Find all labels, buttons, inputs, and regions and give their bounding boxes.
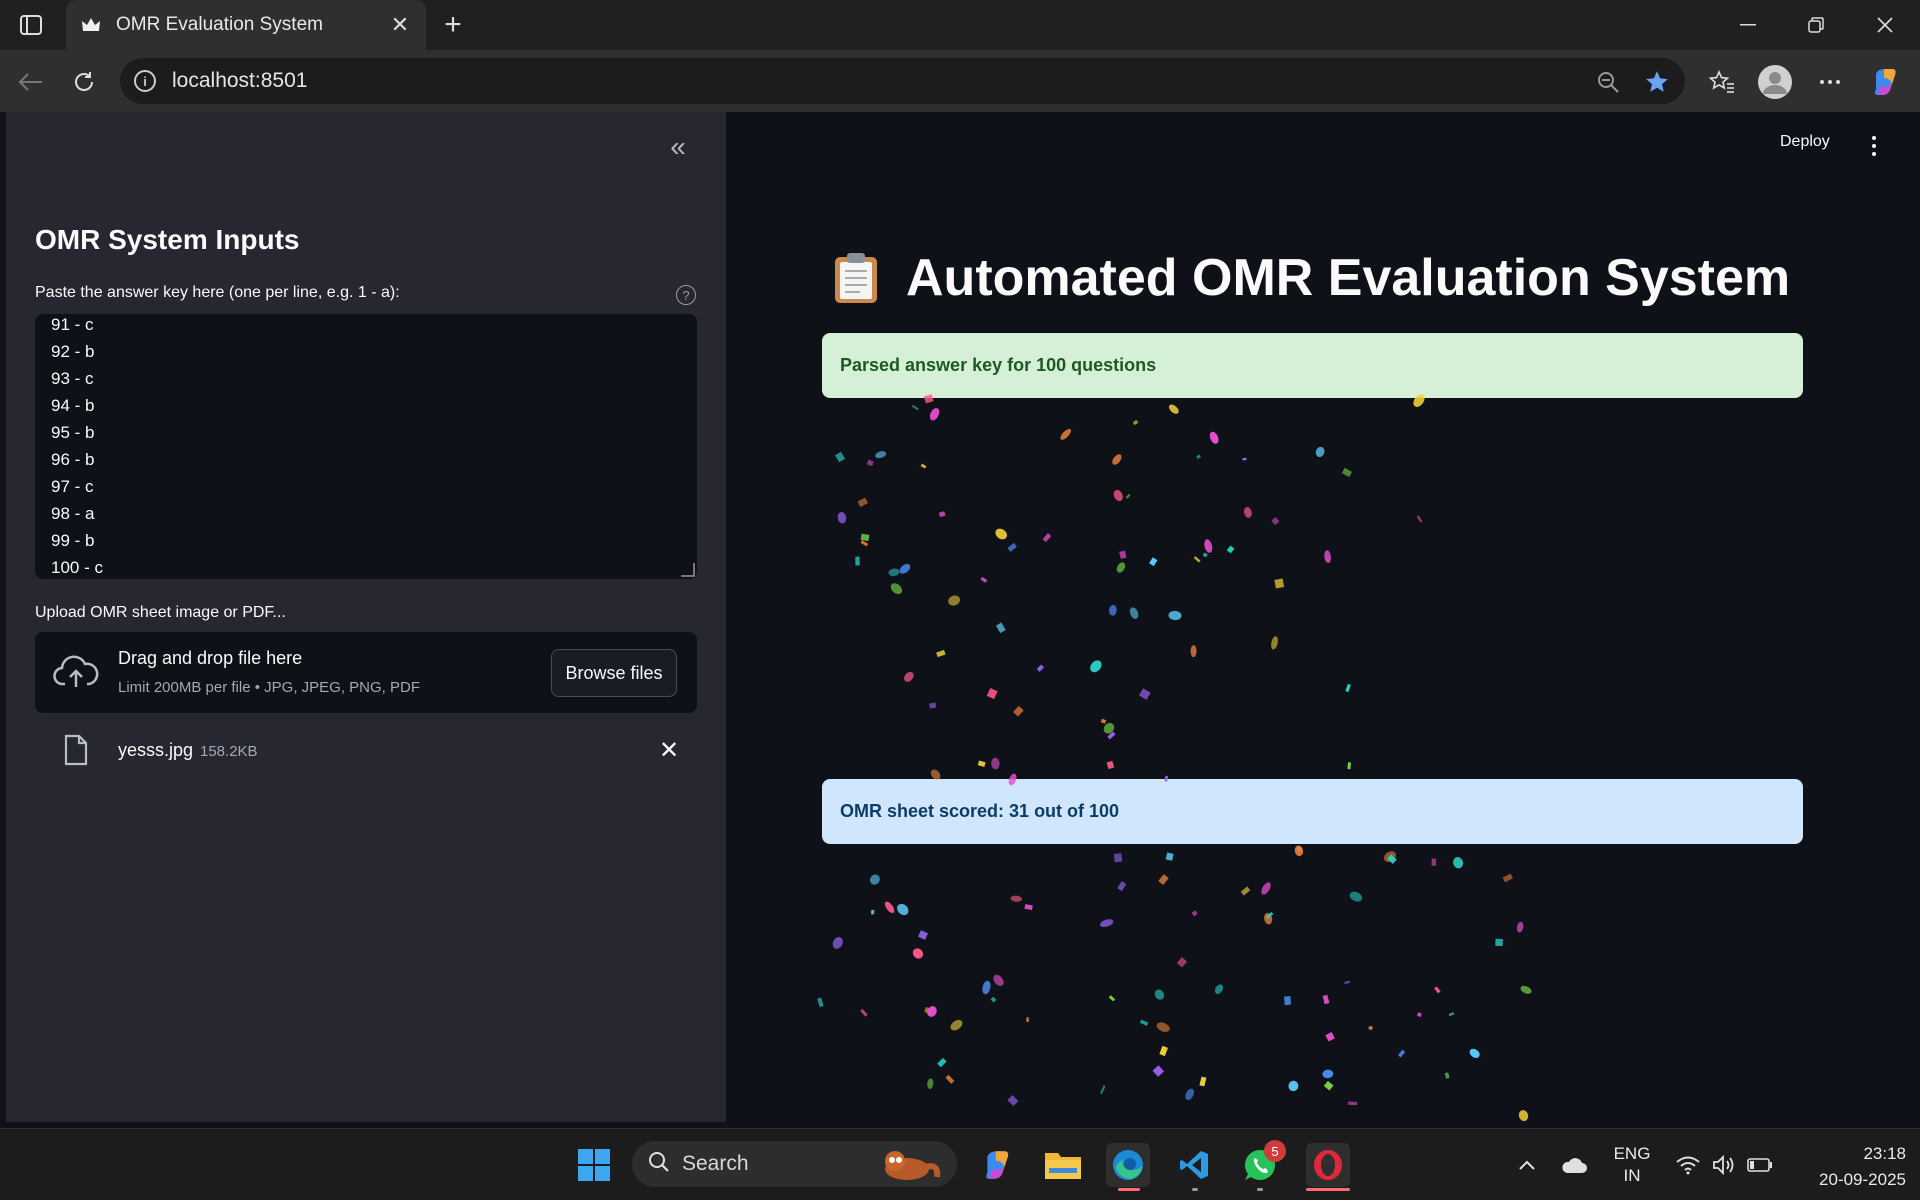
more-options-icon[interactable]	[1812, 64, 1848, 100]
file-explorer-icon[interactable]	[1041, 1143, 1085, 1187]
copilot-icon[interactable]	[1868, 64, 1904, 100]
cloud-upload-icon	[53, 654, 99, 690]
taskbar-search[interactable]: Search	[632, 1141, 957, 1187]
page-title: Automated OMR Evaluation System	[832, 248, 1790, 308]
search-icon	[648, 1151, 670, 1178]
profile-avatar[interactable]	[1757, 64, 1793, 100]
page-title-text: Automated OMR Evaluation System	[906, 249, 1791, 307]
answer-key-line: 95 - b	[51, 423, 95, 442]
browse-files-button[interactable]: Browse files	[551, 649, 677, 697]
answer-key-textarea[interactable]: 91 - c 92 - b 93 - c 94 - b 95 - b 96 - b 97 -…	[35, 314, 697, 579]
new-tab-icon[interactable]: +	[436, 8, 470, 42]
answer-key-line: 92 - b	[51, 342, 95, 361]
help-icon[interactable]: ?	[676, 285, 696, 305]
url-text: localhost:8501	[172, 69, 308, 92]
deploy-button[interactable]: Deploy	[1780, 133, 1830, 151]
file-dropzone[interactable]: Drag and drop file here Limit 200MB per …	[35, 632, 697, 713]
zoom-out-icon[interactable]	[1590, 64, 1626, 100]
uploaded-file-item: yesss.jpg 158.2KB ✕	[35, 732, 697, 772]
red-panda-search-highlight-icon	[877, 1145, 943, 1188]
clock[interactable]: 23:18 20-09-2025	[1790, 1141, 1906, 1193]
file-name: yesss.jpg	[118, 740, 194, 760]
success-alert: Parsed answer key for 100 questions	[822, 333, 1803, 398]
copilot-taskbar-icon[interactable]	[976, 1143, 1020, 1187]
battery-icon[interactable]	[1738, 1143, 1782, 1187]
dropzone-title: Drag and drop file here	[118, 648, 303, 668]
favorite-star-icon[interactable]	[1639, 64, 1675, 100]
dropzone-limit: Limit 200MB per file • JPG, JPEG, PNG, P…	[118, 679, 420, 696]
tab-bar: OMR Evaluation System ✕ +	[0, 0, 1920, 50]
close-tab-icon[interactable]: ✕	[388, 12, 412, 37]
resize-handle-icon[interactable]	[681, 563, 695, 577]
show-hidden-icons-icon[interactable]	[1505, 1143, 1549, 1187]
whatsapp-notification-badge: 5	[1264, 1140, 1286, 1162]
clipboard-icon	[832, 251, 880, 305]
tab-actions-icon[interactable]	[14, 10, 48, 40]
opera-browser-icon[interactable]	[1306, 1143, 1350, 1187]
site-info-icon[interactable]: i	[134, 70, 156, 92]
address-input[interactable]: i localhost:8501	[120, 58, 1685, 104]
answer-key-line: 96 - b	[51, 450, 95, 469]
file-icon	[63, 734, 89, 768]
sidebar-title: OMR System Inputs	[35, 224, 300, 255]
edge-browser-icon[interactable]	[1106, 1143, 1150, 1187]
file-size: 158.2KB	[200, 743, 258, 760]
vscode-icon[interactable]	[1172, 1143, 1216, 1187]
back-icon[interactable]	[12, 64, 48, 100]
clock-date: 20-09-2025	[1819, 1170, 1906, 1189]
search-label: Search	[682, 1152, 749, 1175]
language-code: ENG	[1613, 1144, 1651, 1163]
answer-key-line: 94 - b	[51, 396, 95, 415]
clock-time: 23:18	[1863, 1144, 1906, 1163]
upload-label: Upload OMR sheet image or PDF...	[35, 604, 286, 621]
answer-key-line: 97 - c	[51, 477, 94, 496]
region-code: IN	[1623, 1166, 1641, 1185]
whatsapp-running-indicator	[1257, 1188, 1263, 1191]
main-menu-icon[interactable]	[1868, 133, 1880, 159]
windows-start-icon[interactable]	[572, 1143, 616, 1187]
edge-active-indicator	[1118, 1188, 1140, 1191]
answer-key-line: 93 - c	[51, 369, 94, 388]
onedrive-cloud-icon[interactable]	[1552, 1143, 1596, 1187]
answer-key-label: Paste the answer key here (one per line,…	[35, 284, 400, 301]
remove-file-icon[interactable]: ✕	[655, 736, 683, 764]
collapse-sidebar-icon[interactable]: «	[660, 131, 696, 162]
answer-key-line: 98 - a	[51, 504, 95, 523]
opera-active-indicator	[1306, 1188, 1350, 1191]
answer-key-line: 99 - b	[51, 531, 95, 550]
restore-icon[interactable]	[1782, 0, 1850, 50]
info-alert: OMR sheet scored: 31 out of 100	[822, 779, 1803, 844]
answer-key-line: 91 - c	[51, 315, 94, 334]
minimize-icon[interactable]	[1714, 0, 1782, 50]
refresh-icon[interactable]	[66, 64, 102, 100]
browser-tab[interactable]: OMR Evaluation System ✕	[66, 0, 426, 50]
tab-title: OMR Evaluation System	[116, 14, 323, 35]
language-indicator[interactable]: ENG IN	[1604, 1143, 1660, 1187]
answer-key-line: 100 - c	[51, 558, 103, 577]
favorites-icon[interactable]	[1704, 64, 1740, 100]
streamlit-crown-icon	[80, 14, 102, 36]
vscode-running-indicator	[1192, 1188, 1198, 1191]
close-window-icon[interactable]	[1851, 0, 1919, 50]
